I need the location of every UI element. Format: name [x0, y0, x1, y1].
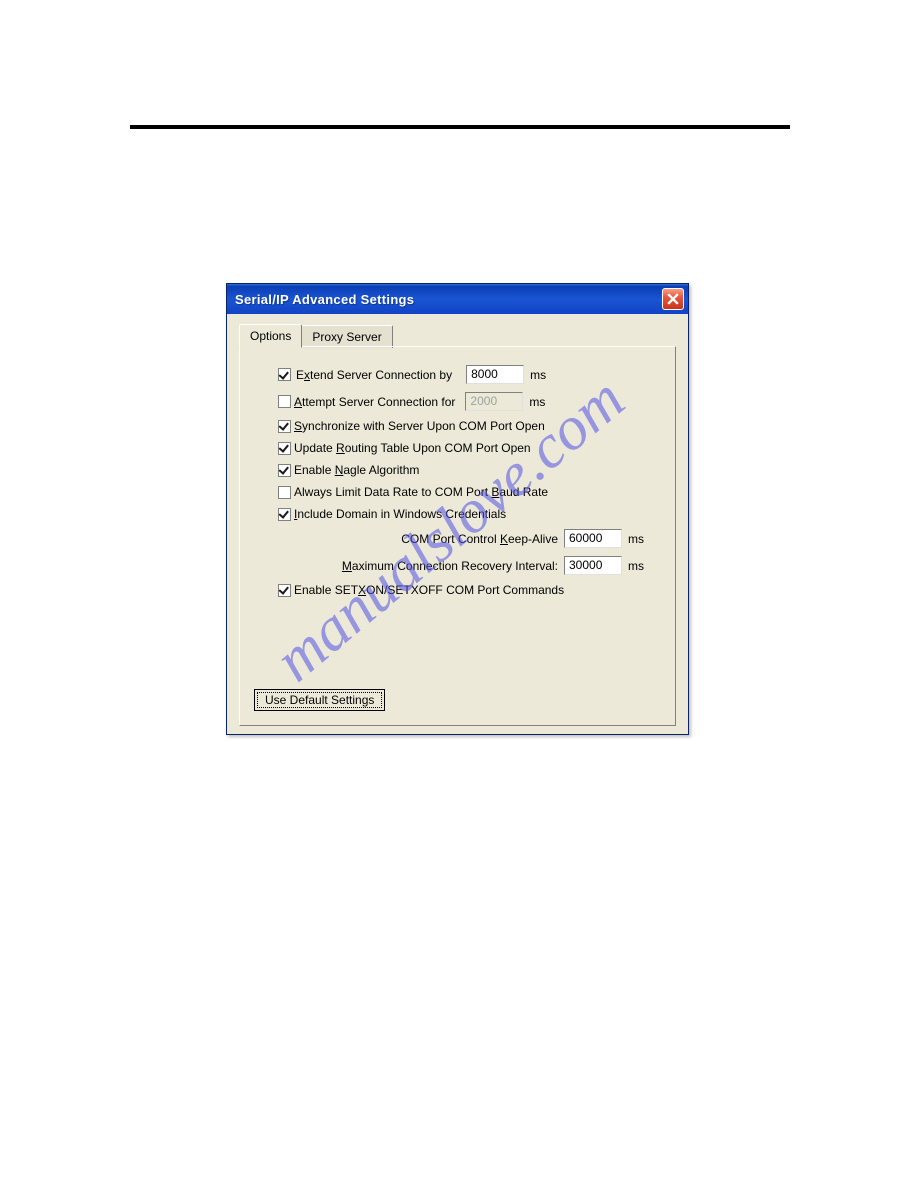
row-sync: Synchronize with Server Upon COM Port Op… — [274, 419, 661, 433]
label-limit: Always Limit Data Rate to COM Port Baud … — [294, 485, 548, 499]
checkbox-sync[interactable] — [278, 420, 291, 433]
checkbox-domain[interactable] — [278, 508, 291, 521]
row-limit: Always Limit Data Rate to COM Port Baud … — [274, 485, 661, 499]
input-extend-ms[interactable]: 8000 — [466, 365, 524, 384]
input-recovery-ms[interactable]: 30000 — [564, 556, 622, 575]
label-domain: Include Domain in Windows Credentials — [294, 507, 506, 521]
checkbox-routing[interactable] — [278, 442, 291, 455]
checkbox-attempt[interactable] — [278, 395, 291, 408]
input-keepalive-ms[interactable]: 60000 — [564, 529, 622, 548]
label-attempt: Attempt Server Connection for — [294, 395, 455, 409]
tab-options[interactable]: Options — [239, 324, 302, 348]
unit-attempt: ms — [529, 395, 545, 409]
label-recovery: Maximum Connection Recovery Interval: — [320, 559, 558, 573]
horizontal-rule — [130, 125, 790, 129]
tab-strip: Options Proxy Server — [239, 324, 676, 347]
label-routing: Update Routing Table Upon COM Port Open — [294, 441, 531, 455]
checkbox-extend[interactable] — [278, 368, 291, 381]
label-extend: Extend Server Connection by — [294, 368, 452, 382]
titlebar[interactable]: Serial/IP Advanced Settings — [227, 284, 688, 314]
unit-extend: ms — [530, 368, 546, 382]
row-extend: Extend Server Connection by 8000 ms — [274, 365, 661, 384]
window-title: Serial/IP Advanced Settings — [235, 292, 662, 307]
label-keepalive: COM Port Control Keep-Alive — [320, 532, 558, 546]
use-default-settings-button[interactable]: Use Default Settings — [254, 689, 385, 711]
label-nagle: Enable Nagle Algorithm — [294, 463, 419, 477]
close-button[interactable] — [662, 288, 684, 310]
unit-keepalive: ms — [628, 532, 644, 546]
checkbox-nagle[interactable] — [278, 464, 291, 477]
label-sync: Synchronize with Server Upon COM Port Op… — [294, 419, 545, 433]
advanced-settings-dialog: Serial/IP Advanced Settings Options Prox… — [226, 283, 689, 735]
label-setxon: Enable SETXON/SETXOFF COM Port Commands — [294, 583, 564, 597]
row-keepalive: COM Port Control Keep-Alive 60000 ms — [274, 529, 661, 548]
tab-proxy-server[interactable]: Proxy Server — [301, 325, 392, 348]
close-icon — [667, 293, 679, 305]
row-recovery: Maximum Connection Recovery Interval: 30… — [274, 556, 661, 575]
row-setxon: Enable SETXON/SETXOFF COM Port Commands — [274, 583, 661, 597]
row-domain: Include Domain in Windows Credentials — [274, 507, 661, 521]
row-routing: Update Routing Table Upon COM Port Open — [274, 441, 661, 455]
client-area: Options Proxy Server Extend Server Conne… — [227, 314, 688, 734]
unit-recovery: ms — [628, 559, 644, 573]
options-panel: Extend Server Connection by 8000 ms Atte… — [239, 346, 676, 726]
row-nagle: Enable Nagle Algorithm — [274, 463, 661, 477]
row-attempt: Attempt Server Connection for 2000 ms — [274, 392, 661, 411]
checkbox-limit[interactable] — [278, 486, 291, 499]
checkbox-setxon[interactable] — [278, 584, 291, 597]
input-attempt-ms: 2000 — [465, 392, 523, 411]
